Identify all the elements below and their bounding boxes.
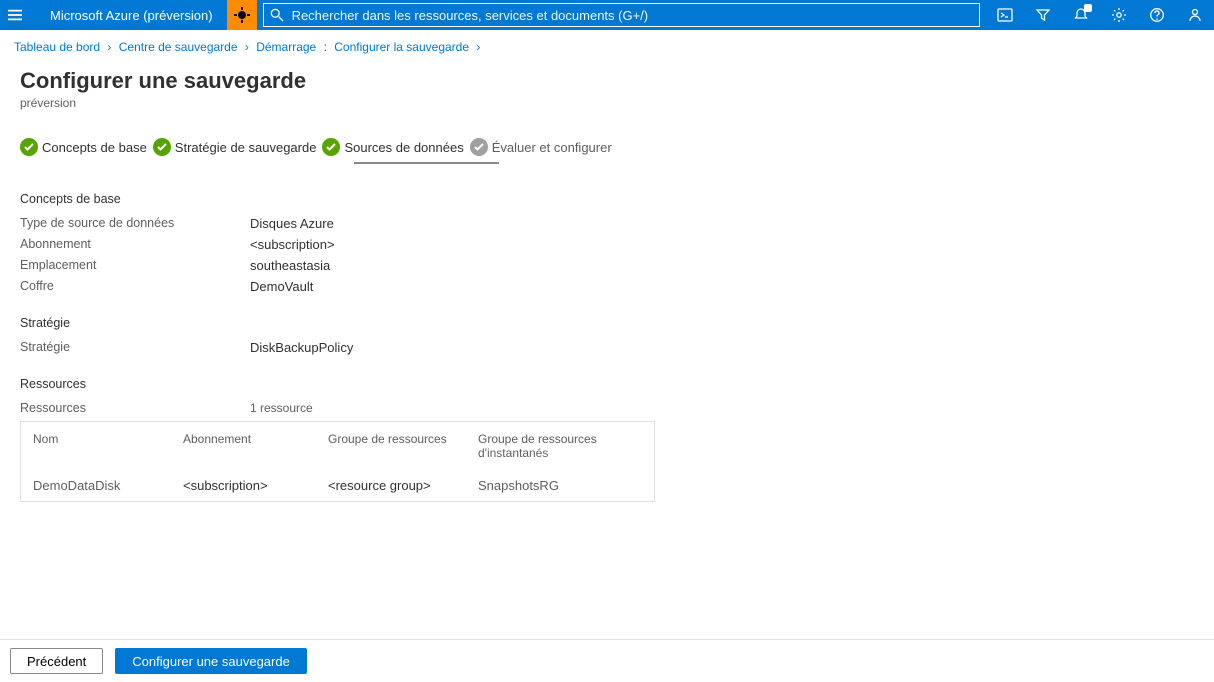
brand-label[interactable]: Microsoft Azure (préversion) xyxy=(30,8,227,23)
step-policy[interactable]: Stratégie de sauvegarde xyxy=(153,138,317,156)
search-icon xyxy=(270,8,284,22)
step-label: Concepts de base xyxy=(42,140,147,155)
section-heading: Concepts de base xyxy=(20,192,1194,206)
breadcrumb-item[interactable]: Centre de sauvegarde xyxy=(119,40,238,54)
col-name: Nom xyxy=(33,432,183,460)
section-heading: Stratégie xyxy=(20,316,1194,330)
step-review[interactable]: Évaluer et configurer xyxy=(470,138,612,156)
configure-backup-button[interactable]: Configurer une sauvegarde xyxy=(115,648,307,674)
previous-button[interactable]: Précédent xyxy=(10,648,103,674)
resources-count-value: 1 ressource xyxy=(250,401,313,415)
col-subscription: Abonnement xyxy=(183,432,328,460)
section-heading: Ressources xyxy=(20,377,1194,391)
resources-table: Nom Abonnement Groupe de ressources Grou… xyxy=(20,421,655,502)
policy-value: DiskBackupPolicy xyxy=(250,340,353,355)
col-snapshot-rg: Groupe de ressources d'instantanés xyxy=(478,432,642,460)
step-label: Sources de données xyxy=(344,140,463,155)
top-icons xyxy=(986,0,1214,30)
vault-label: Coffre xyxy=(20,279,250,294)
breadcrumb-separator: : xyxy=(320,40,331,54)
cell-snapshot-rg: SnapshotsRG xyxy=(478,478,642,493)
step-label: Stratégie de sauvegarde xyxy=(175,140,317,155)
preview-bug-icon[interactable] xyxy=(227,0,257,30)
check-icon xyxy=(322,138,340,156)
directory-filter-icon[interactable] xyxy=(1024,0,1062,30)
col-resource-group: Groupe de ressources xyxy=(328,432,478,460)
chevron-right-icon: › xyxy=(472,40,484,54)
cell-subscription: <subscription> xyxy=(183,478,328,493)
step-label: Évaluer et configurer xyxy=(492,140,612,155)
subscription-value: <subscription> xyxy=(250,237,335,252)
breadcrumb-item[interactable]: Tableau de bord xyxy=(14,40,100,54)
step-datasources[interactable]: Sources de données xyxy=(322,138,463,156)
datasource-type-value: Disques Azure xyxy=(250,216,334,231)
feedback-icon[interactable] xyxy=(1176,0,1214,30)
location-label: Emplacement xyxy=(20,258,250,273)
resources-count-label: Ressources xyxy=(20,401,250,415)
search-input[interactable] xyxy=(292,8,973,23)
vault-value: DemoVault xyxy=(250,279,313,294)
menu-icon[interactable] xyxy=(0,0,30,30)
chevron-right-icon: › xyxy=(241,40,253,54)
notifications-icon[interactable] xyxy=(1062,0,1100,30)
global-search[interactable] xyxy=(263,3,980,27)
section-policy: Stratégie StratégieDiskBackupPolicy xyxy=(20,316,1194,355)
table-row: DemoDataDisk <subscription> <resource gr… xyxy=(21,470,654,501)
wizard-steps: Concepts de base Stratégie de sauvegarde… xyxy=(0,114,1214,162)
section-basics: Concepts de base Type de source de donné… xyxy=(20,192,1194,294)
current-step-icon xyxy=(470,138,488,156)
breadcrumb: Tableau de bord › Centre de sauvegarde ›… xyxy=(0,30,1214,58)
datasource-type-label: Type de source de données xyxy=(20,216,250,231)
check-icon xyxy=(153,138,171,156)
chevron-right-icon: › xyxy=(103,40,115,54)
page-subtitle: préversion xyxy=(20,96,1194,110)
step-basics[interactable]: Concepts de base xyxy=(20,138,147,156)
section-resources: Ressources Ressources1 ressource Nom Abo… xyxy=(20,377,1194,502)
cloud-shell-icon[interactable] xyxy=(986,0,1024,30)
subscription-label: Abonnement xyxy=(20,237,250,252)
policy-label: Stratégie xyxy=(20,340,250,355)
wizard-footer: Précédent Configurer une sauvegarde xyxy=(0,639,1214,682)
breadcrumb-item[interactable]: Configurer la sauvegarde xyxy=(334,40,469,54)
table-header: Nom Abonnement Groupe de ressources Grou… xyxy=(21,422,654,470)
page-header: Configurer une sauvegarde préversion xyxy=(0,58,1214,114)
check-icon xyxy=(20,138,38,156)
cell-resource-group: <resource group> xyxy=(328,478,478,493)
breadcrumb-item[interactable]: Démarrage xyxy=(256,40,316,54)
location-value: southeastasia xyxy=(250,258,330,273)
cell-name: DemoDataDisk xyxy=(33,478,183,493)
help-icon[interactable] xyxy=(1138,0,1176,30)
review-content: Concepts de base Type de source de donné… xyxy=(0,164,1214,502)
top-bar: Microsoft Azure (préversion) xyxy=(0,0,1214,30)
page-title: Configurer une sauvegarde xyxy=(20,68,1194,94)
settings-icon[interactable] xyxy=(1100,0,1138,30)
notification-badge xyxy=(1084,4,1092,12)
